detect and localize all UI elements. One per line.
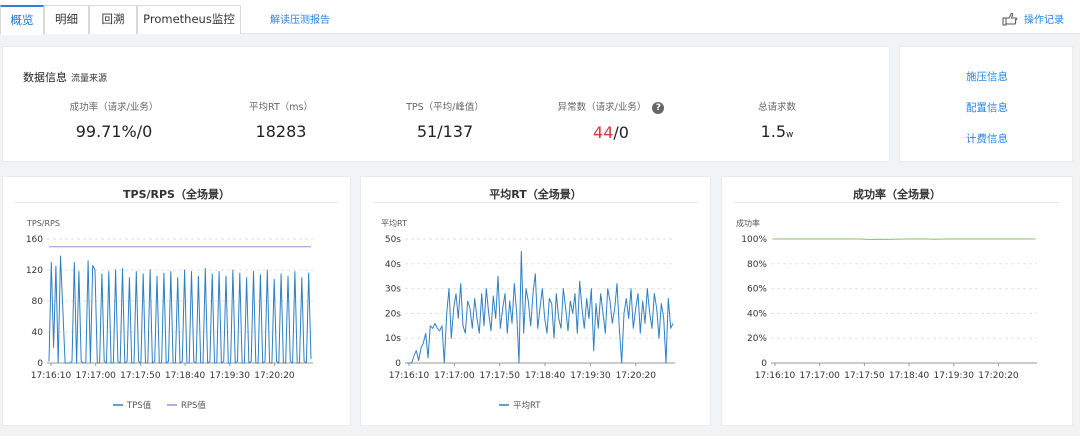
x-tick-label: 17:18:40 xyxy=(525,371,566,381)
metric-total-requests: 总请求数 1.5w xyxy=(727,99,827,141)
x-tick-label: 17:16:10 xyxy=(389,371,430,381)
series-line xyxy=(48,255,312,364)
series-line xyxy=(407,250,674,364)
pointing-hand-icon xyxy=(1002,12,1018,26)
x-tick-label: 17:17:50 xyxy=(480,371,521,381)
x-tick-label: 17:16:10 xyxy=(31,371,72,381)
legend-label: RPS值 xyxy=(181,400,206,411)
metric-value: 44/0 xyxy=(551,123,671,142)
traffic-source-label: 流量来源 xyxy=(71,74,108,84)
avg-rt-chart: 平均RT 0 10s 20s 30s 40s 50s 17:16:10 17:17:00 17:1… xyxy=(381,218,675,411)
metric-success-rate: 成功率（请求/业务） 99.71%/0 xyxy=(59,99,169,141)
tab-prometheus[interactable]: Prometheus监控 xyxy=(137,5,241,34)
y-tick-label: 40s xyxy=(385,260,401,270)
y-tick-label: 40 xyxy=(32,328,44,338)
avg-rt-chart-card: 平均RT（全场景） 平均RT 0 10s 20s 30s 40s 50s 17:16:10 17… xyxy=(360,176,711,426)
metric-errors: 异常数（请求/业务）? 44/0 xyxy=(551,99,671,142)
x-tick-label: 17:17:50 xyxy=(120,371,161,381)
metric-label: 成功率（请求/业务） xyxy=(69,102,159,113)
x-tick-label: 17:20:20 xyxy=(254,371,295,381)
data-info-title: 数据信息 流量来源 xyxy=(23,69,107,85)
error-count-value: 44 xyxy=(593,122,614,142)
tps-rps-chart: TPS/RPS 0 40 80 120 160 17:16:10 17:17:00 17:17:… xyxy=(26,219,313,411)
tab-detail[interactable]: 明细 xyxy=(44,5,89,34)
metric-label-text: 异常数（请求/业务） xyxy=(557,102,647,113)
y-tick-label: 0 xyxy=(761,359,767,369)
y-tick-label: 20% xyxy=(747,334,767,344)
y-tick-label: 30s xyxy=(385,285,401,295)
metric-label: 异常数（请求/业务）? xyxy=(551,99,671,114)
metric-value: 1.5w xyxy=(727,122,827,141)
y-tick-label: 160 xyxy=(26,235,43,245)
legend-label: 平均RT xyxy=(513,400,541,411)
pressure-info-link[interactable]: 施压信息 xyxy=(900,69,1074,84)
success-rate-chart: 成功率 0 20% 40% 60% 80% 100% 17:16:10 17:17:00 17:1… xyxy=(736,218,1037,381)
y-tick-label: 40% xyxy=(747,309,767,319)
config-info-link[interactable]: 配置信息 xyxy=(900,100,1074,115)
metric-avg-rt: 平均RT（ms） 18283 xyxy=(231,99,331,141)
metric-value: 51/137 xyxy=(416,122,474,141)
y-tick-label: 120 xyxy=(26,266,43,276)
x-tick-label: 17:17:00 xyxy=(434,371,475,381)
series-line xyxy=(773,238,1035,240)
data-info-card: 数据信息 流量来源 成功率（请求/业务） 99.71%/0 平均RT（ms） 18… xyxy=(2,46,890,162)
error-business-value: /0 xyxy=(613,122,629,142)
x-tick-label: 17:19:30 xyxy=(934,371,975,381)
x-tick-label: 17:17:00 xyxy=(75,371,116,381)
op-log-label: 操作记录 xyxy=(1024,15,1064,26)
y-tick-label: 100% xyxy=(741,235,767,245)
metric-label: TPS（平均/峰值） xyxy=(406,102,484,113)
x-tick-label: 17:17:50 xyxy=(844,371,885,381)
tab-overview[interactable]: 概览 xyxy=(0,5,44,35)
y-tick-label: 20s xyxy=(385,309,401,319)
total-requests-unit: w xyxy=(786,130,794,140)
tps-rps-chart-card: TPS/RPS（全场景） TPS/RPS 0 40 80 120 160 17:16:10 1… xyxy=(2,176,351,426)
metric-label: 平均RT（ms） xyxy=(249,102,313,113)
y-axis-label: 平均RT xyxy=(381,218,407,228)
y-tick-label: 80% xyxy=(747,260,767,270)
x-tick-label: 17:19:30 xyxy=(570,371,611,381)
x-tick-label: 17:17:00 xyxy=(799,371,840,381)
op-log-button[interactable]: 操作记录 xyxy=(1002,11,1064,26)
top-tab-bar: 概览 明细 回溯 Prometheus监控 解读压测报告 操作记录 xyxy=(0,0,1080,35)
y-tick-label: 0 xyxy=(37,359,43,369)
x-tick-label: 17:19:30 xyxy=(210,371,251,381)
side-links-card: 施压信息 配置信息 计费信息 xyxy=(899,46,1073,162)
interpret-report-link[interactable]: 解读压测报告 xyxy=(270,11,330,26)
y-tick-label: 10s xyxy=(385,334,401,344)
y-tick-label: 80 xyxy=(32,297,44,307)
help-icon[interactable]: ? xyxy=(652,101,665,114)
success-rate-chart-card: 成功率（全场景） 成功率 0 20% 40% 60% 80% 100% 17:16:10 17:… xyxy=(721,176,1073,426)
y-axis-label: TPS/RPS xyxy=(26,219,60,228)
y-axis-label: 成功率 xyxy=(736,218,760,228)
metric-tps: TPS（平均/峰值） 51/137 xyxy=(395,99,495,141)
x-tick-label: 17:18:40 xyxy=(165,371,206,381)
data-info-heading: 数据信息 xyxy=(23,71,67,84)
x-tick-label: 17:16:10 xyxy=(755,371,796,381)
y-tick-label: 50s xyxy=(385,235,401,245)
y-tick-label: 0 xyxy=(395,359,401,369)
total-requests-value: 1.5 xyxy=(760,122,787,141)
metric-value: 18283 xyxy=(255,122,307,141)
legend-label: TPS值 xyxy=(126,400,152,411)
y-tick-label: 60% xyxy=(747,285,767,295)
tab-backtrack[interactable]: 回溯 xyxy=(89,5,137,34)
billing-info-link[interactable]: 计费信息 xyxy=(900,131,1074,146)
x-tick-label: 17:18:40 xyxy=(889,371,930,381)
metric-label: 总请求数 xyxy=(757,102,796,113)
x-tick-label: 17:20:20 xyxy=(616,371,657,381)
x-tick-label: 17:20:20 xyxy=(978,371,1019,381)
metric-value: 99.71%/0 xyxy=(75,122,153,141)
